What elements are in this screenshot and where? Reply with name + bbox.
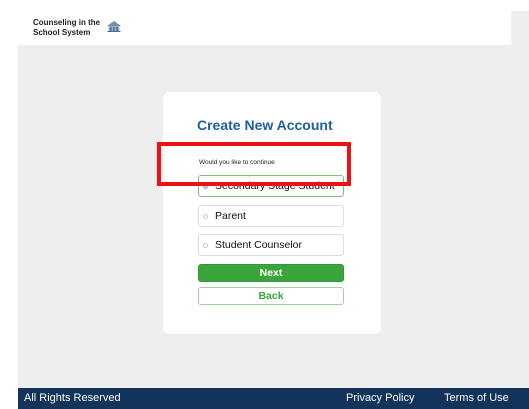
option-student-counselor[interactable]: Student Counselor xyxy=(198,234,344,256)
page-frame: Counseling in the School System Create N… xyxy=(18,11,529,409)
question-text: Would you like to continue xyxy=(199,159,275,166)
radio-icon[interactable] xyxy=(203,242,208,248)
footer: All Rights Reserved Privacy Policy Terms… xyxy=(18,388,529,409)
logo-line-1: Counseling in the xyxy=(33,18,101,27)
option-label: Secondary Stage Student xyxy=(215,180,335,192)
radio-selected-icon[interactable] xyxy=(203,183,208,189)
footer-rights-text: All Rights Reserved xyxy=(24,392,121,404)
option-secondary-stage-student[interactable]: Secondary Stage Student xyxy=(198,175,344,197)
option-label: Student Counselor xyxy=(215,239,302,251)
back-button[interactable]: Back xyxy=(198,287,344,305)
create-account-card: Create New Account Would you like to con… xyxy=(163,92,381,334)
option-parent[interactable]: Parent xyxy=(198,205,344,227)
next-button[interactable]: Next xyxy=(198,264,344,282)
terms-of-use-link[interactable]: Terms of Use xyxy=(444,392,509,404)
logo-text: Counseling in the School System xyxy=(33,18,113,38)
header: Counseling in the School System xyxy=(18,11,511,45)
logo-line-2: School System xyxy=(33,28,91,37)
card-title: Create New Account xyxy=(197,117,333,133)
privacy-policy-link[interactable]: Privacy Policy xyxy=(346,392,414,404)
school-building-icon xyxy=(107,21,121,32)
option-label: Parent xyxy=(215,210,246,222)
radio-icon[interactable] xyxy=(203,213,208,219)
